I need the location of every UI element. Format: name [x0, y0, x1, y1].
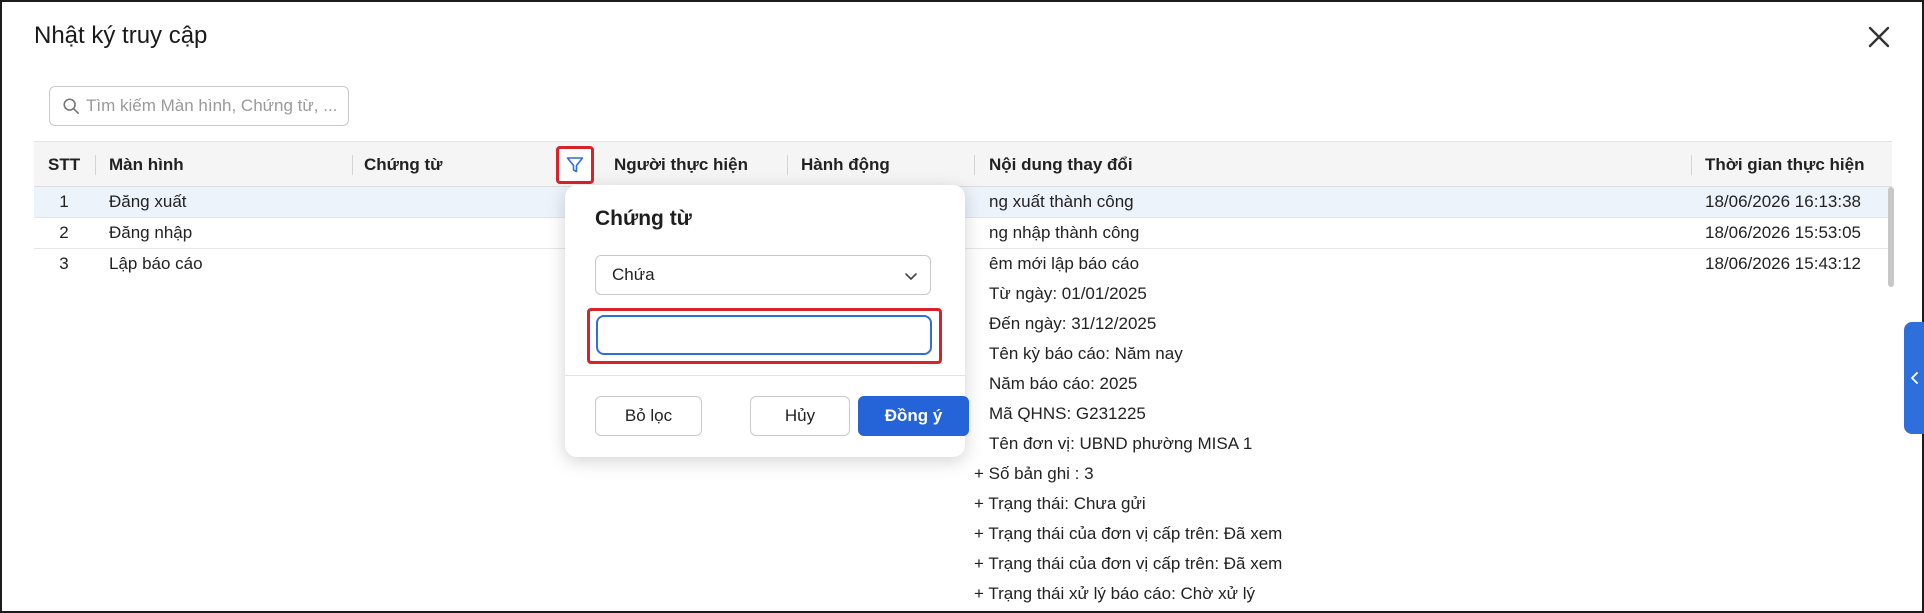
column-header-screen[interactable]: Màn hình [109, 142, 184, 188]
search-icon [63, 98, 80, 115]
row-stt: 2 [59, 223, 69, 242]
column-separator[interactable] [787, 155, 788, 175]
dialog-title: Nhật ký truy cập [34, 22, 208, 49]
filter-value-input[interactable] [596, 315, 932, 355]
change-line: êm mới lập báo cáo [989, 254, 1140, 273]
column-header-stt[interactable]: STT [48, 142, 80, 188]
change-line: Từ ngày: 01/01/2025 [989, 284, 1147, 303]
table-header: STT Màn hình Chứng từ Người thực hiện Hà… [34, 141, 1892, 187]
access-log-dialog: Nhật ký truy cập STT Màn hình Chứng từ N… [0, 0, 1924, 613]
column-header-change-content[interactable]: Nội dung thay đổi [989, 142, 1133, 188]
change-line: + Trạng thái: Chưa gửi [974, 494, 1146, 513]
close-icon [1868, 26, 1890, 48]
change-line: Đến ngày: 31/12/2025 [989, 314, 1157, 333]
change-line: + Trạng thái của đơn vị cấp trên: Đã xem [974, 554, 1283, 573]
chevron-down-icon [905, 273, 917, 280]
column-separator[interactable] [352, 155, 353, 175]
row-time: 18/06/2026 15:53:05 [1705, 223, 1861, 242]
column-separator[interactable] [974, 155, 975, 175]
change-line: Mã QHNS: G231225 [989, 404, 1146, 423]
table-scrollbar[interactable] [1888, 187, 1894, 287]
change-line: + Trạng thái xử lý báo cáo: Chờ xử lý [974, 584, 1256, 603]
column-separator[interactable] [1691, 155, 1692, 175]
popover-divider [565, 375, 965, 376]
search-box [49, 86, 349, 126]
change-line: Tên đơn vị: UBND phường MISA 1 [989, 434, 1253, 453]
close-button[interactable] [1864, 22, 1894, 52]
filter-icon [566, 157, 584, 173]
clear-filter-button[interactable]: Bỏ lọc [595, 396, 702, 436]
column-header-performer[interactable]: Người thực hiện [614, 142, 748, 188]
filter-operator-value: Chứa [612, 265, 655, 284]
document-filter-button[interactable] [556, 146, 594, 184]
row-screen: Đăng nhập [109, 223, 193, 242]
filter-popover-title: Chứng từ [595, 207, 692, 230]
column-separator[interactable] [95, 155, 96, 175]
row-change-content: ng xuất thành công [989, 192, 1134, 211]
column-header-document[interactable]: Chứng từ [364, 142, 442, 188]
row-time: 18/06/2026 16:13:38 [1705, 192, 1861, 211]
change-line: + Số bản ghi : 3 [974, 464, 1094, 483]
chevron-left-icon [1911, 372, 1918, 384]
filter-operator-select[interactable]: Chứa [595, 255, 931, 295]
change-line: + Trạng thái của đơn vị cấp trên: Đã xem [974, 524, 1283, 543]
row-time: 18/06/2026 15:43:12 [1705, 254, 1861, 273]
row-change-content: êm mới lập báo cáo Từ ngày: 01/01/2025 Đ… [974, 249, 1282, 609]
row-screen: Lập báo cáo [109, 254, 203, 273]
change-line: Năm báo cáo: 2025 [989, 374, 1138, 393]
column-header-time[interactable]: Thời gian thực hiện [1705, 142, 1864, 188]
change-line: Tên kỳ báo cáo: Năm nay [989, 344, 1183, 363]
row-stt: 3 [59, 254, 69, 273]
cancel-button[interactable]: Hủy [750, 396, 850, 436]
apply-button[interactable]: Đồng ý [858, 396, 969, 436]
row-change-content: ng nhập thành công [989, 223, 1140, 242]
side-panel-toggle[interactable] [1904, 322, 1924, 434]
search-input[interactable] [86, 96, 336, 116]
column-header-action[interactable]: Hành động [801, 142, 890, 188]
row-stt: 1 [59, 192, 69, 211]
document-filter-popover: Chứng từ Chứa Bỏ lọc Hủy Đồng ý [565, 185, 969, 457]
row-screen: Đăng xuất [109, 192, 187, 211]
